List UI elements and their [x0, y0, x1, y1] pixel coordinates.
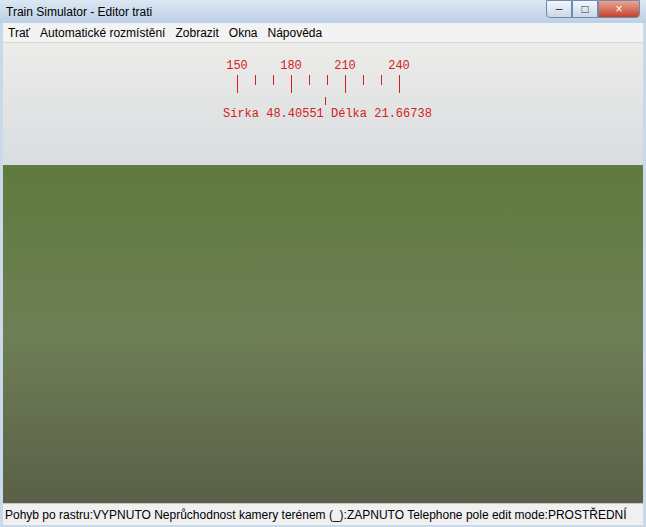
menu-bar: TraťAutomatické rozmístěníZobrazitOknaNá…	[3, 23, 643, 43]
minimize-button[interactable]: –	[546, 0, 572, 18]
compass-minor	[318, 59, 336, 93]
coordinates: Sírka 48.40551 Délka 21.66738	[223, 107, 432, 121]
window-controls: –□×	[546, 0, 640, 18]
compass-minor	[354, 59, 372, 93]
3d-viewport[interactable]: 150 180 210 240 Sírka 48.40551 Délka 21.6673…	[3, 43, 643, 503]
menu-item[interactable]: Automatické rozmístění	[35, 24, 170, 42]
terrain	[3, 165, 643, 503]
window-title: Train Simulator - Editor trati	[6, 3, 152, 21]
compass-major: 240	[390, 59, 408, 93]
menu-item[interactable]: Okna	[224, 24, 263, 42]
compass-major: 210	[336, 59, 354, 93]
menu-item[interactable]: Zobrazit	[170, 24, 223, 42]
maximize-button[interactable]: □	[572, 0, 598, 18]
menu-item[interactable]: Trať	[3, 24, 35, 42]
client-area: TraťAutomatické rozmístěníZobrazitOknaNá…	[3, 23, 643, 525]
editor-window: Train Simulator - Editor trati –□× TraťAut…	[0, 0, 646, 527]
compass-major: 150	[228, 59, 246, 93]
compass-minor	[246, 59, 264, 93]
status-bar: Pohyb po rastru:VYPNUTO Neprůchodnost ka…	[3, 503, 643, 525]
heading-marker	[325, 97, 326, 105]
title-bar: Train Simulator - Editor trati –□×	[0, 0, 646, 23]
sky	[3, 43, 643, 165]
compass-minor	[264, 59, 282, 93]
close-button[interactable]: ×	[598, 0, 640, 18]
compass-minor	[372, 59, 390, 93]
menu-item[interactable]: Nápověda	[263, 24, 328, 42]
compass-major: 180	[282, 59, 300, 93]
compass-hud: 150180210240Sírka 48.40551 Délka 21.6673…	[228, 59, 432, 121]
compass-minor	[300, 59, 318, 93]
